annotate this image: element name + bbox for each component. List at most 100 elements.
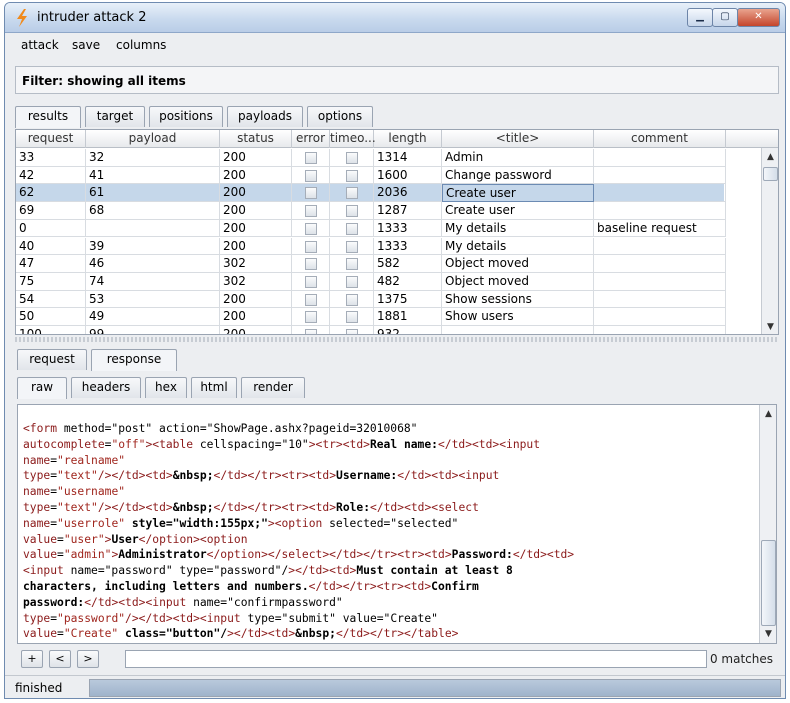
scroll-up-icon[interactable]: ▲ [762,409,775,419]
menu-save[interactable]: save [72,38,100,52]
cell-error[interactable] [292,166,330,185]
table-row[interactable]: 40 39 200 1333 My details [16,237,726,256]
timeout-checkbox[interactable] [346,293,358,306]
error-checkbox[interactable] [305,240,317,253]
table-row[interactable]: 54 53 200 1375 Show sessions [16,290,726,309]
search-next-button[interactable]: > [77,650,99,668]
error-checkbox[interactable] [305,205,317,218]
response-code[interactable]: <form method="post" action="ShowPage.ash… [23,421,758,642]
timeout-checkbox[interactable] [346,240,358,253]
timeout-checkbox[interactable] [346,152,358,164]
error-checkbox[interactable] [305,311,317,324]
col-error[interactable]: error [292,130,330,148]
cell-timeout[interactable] [330,166,374,185]
search-options-button[interactable]: + [21,650,43,668]
menu-attack[interactable]: attack [21,38,59,52]
tab-render[interactable]: render [241,377,305,398]
filter-bar[interactable]: Filter: showing all items [15,66,779,94]
cell-error[interactable] [292,255,330,273]
tab-results[interactable]: results [15,106,81,128]
cell-payload: 46 [86,255,220,273]
close-button[interactable]: ✕ [737,8,780,27]
table-row[interactable]: 69 68 200 1287 Create user [16,202,726,220]
col-request[interactable]: request [16,130,86,148]
timeout-checkbox[interactable] [346,222,358,235]
pane-splitter[interactable] [15,337,779,342]
error-checkbox[interactable] [305,275,317,288]
scroll-down-icon[interactable]: ▼ [762,629,775,639]
table-row[interactable]: 100 99 200 932 [16,326,726,334]
cell-timeout[interactable] [330,202,374,220]
cell-error[interactable] [292,184,330,203]
cell-timeout[interactable] [330,272,374,291]
cell-timeout[interactable] [330,184,374,203]
table-row[interactable]: 0 200 1333 My details baseline request [16,219,726,238]
cell-error[interactable] [292,149,330,167]
timeout-checkbox[interactable] [346,169,358,182]
cell-error[interactable] [292,202,330,220]
cell-timeout[interactable] [330,326,374,334]
col-title[interactable]: <title> [442,130,594,148]
timeout-checkbox[interactable] [346,187,358,200]
col-timeout[interactable]: timeo... [330,130,376,148]
editor-scrollbar[interactable]: ▲ ▼ [759,405,776,643]
cell-error[interactable] [292,308,330,326]
error-checkbox[interactable] [305,329,317,334]
cell-payload: 49 [86,308,220,326]
timeout-checkbox[interactable] [346,275,358,288]
tab-html[interactable]: html [191,377,237,398]
scroll-down-icon[interactable]: ▼ [764,322,777,332]
table-row[interactable]: 47 46 302 582 Object moved [16,255,726,273]
table-scrollbar[interactable]: ▲ ▼ [761,148,778,334]
tab-request[interactable]: request [17,349,87,370]
error-checkbox[interactable] [305,222,317,235]
timeout-checkbox[interactable] [346,258,358,271]
col-length[interactable]: length [374,130,442,148]
cell-timeout[interactable] [330,219,374,238]
error-checkbox[interactable] [305,152,317,164]
table-row[interactable]: 50 49 200 1881 Show users [16,308,726,326]
timeout-checkbox[interactable] [346,311,358,324]
search-prev-button[interactable]: < [49,650,71,668]
error-checkbox[interactable] [305,258,317,271]
tab-payloads[interactable]: payloads [227,106,303,127]
scroll-up-icon[interactable]: ▲ [764,152,777,162]
col-status[interactable]: status [220,130,292,148]
cell-error[interactable] [292,219,330,238]
table-row[interactable]: 42 41 200 1600 Change password [16,166,726,185]
scroll-thumb[interactable] [761,540,776,626]
minimize-button[interactable]: ▁ [687,8,713,27]
maximize-button[interactable]: ▢ [712,8,738,27]
error-checkbox[interactable] [305,169,317,182]
table-row[interactable]: 62 61 200 2036 Create user [16,184,726,203]
cell-timeout[interactable] [330,308,374,326]
tab-options[interactable]: options [307,106,373,127]
col-comment[interactable]: comment [594,130,726,148]
cell-error[interactable] [292,326,330,334]
cell-timeout[interactable] [330,237,374,256]
timeout-checkbox[interactable] [346,205,358,218]
timeout-checkbox[interactable] [346,329,358,334]
error-checkbox[interactable] [305,293,317,306]
tab-hex[interactable]: hex [145,377,187,398]
cell-timeout[interactable] [330,149,374,167]
cell-error[interactable] [292,290,330,309]
tab-positions[interactable]: positions [149,106,223,127]
response-editor[interactable]: <form method="post" action="ShowPage.ash… [17,404,777,644]
tab-response[interactable]: response [91,349,177,371]
tab-raw[interactable]: raw [17,377,67,399]
scroll-thumb[interactable] [763,167,778,181]
tab-target[interactable]: target [85,106,145,127]
table-row[interactable]: 33 32 200 1314 Admin [16,149,726,167]
cell-error[interactable] [292,272,330,291]
menu-columns[interactable]: columns [116,38,166,52]
table-row[interactable]: 75 74 302 482 Object moved [16,272,726,291]
cell-title: Object moved [442,255,594,273]
cell-timeout[interactable] [330,290,374,309]
error-checkbox[interactable] [305,187,317,200]
cell-error[interactable] [292,237,330,256]
col-payload[interactable]: payload [86,130,220,148]
search-input[interactable] [125,650,707,668]
tab-headers[interactable]: headers [71,377,141,398]
cell-timeout[interactable] [330,255,374,273]
